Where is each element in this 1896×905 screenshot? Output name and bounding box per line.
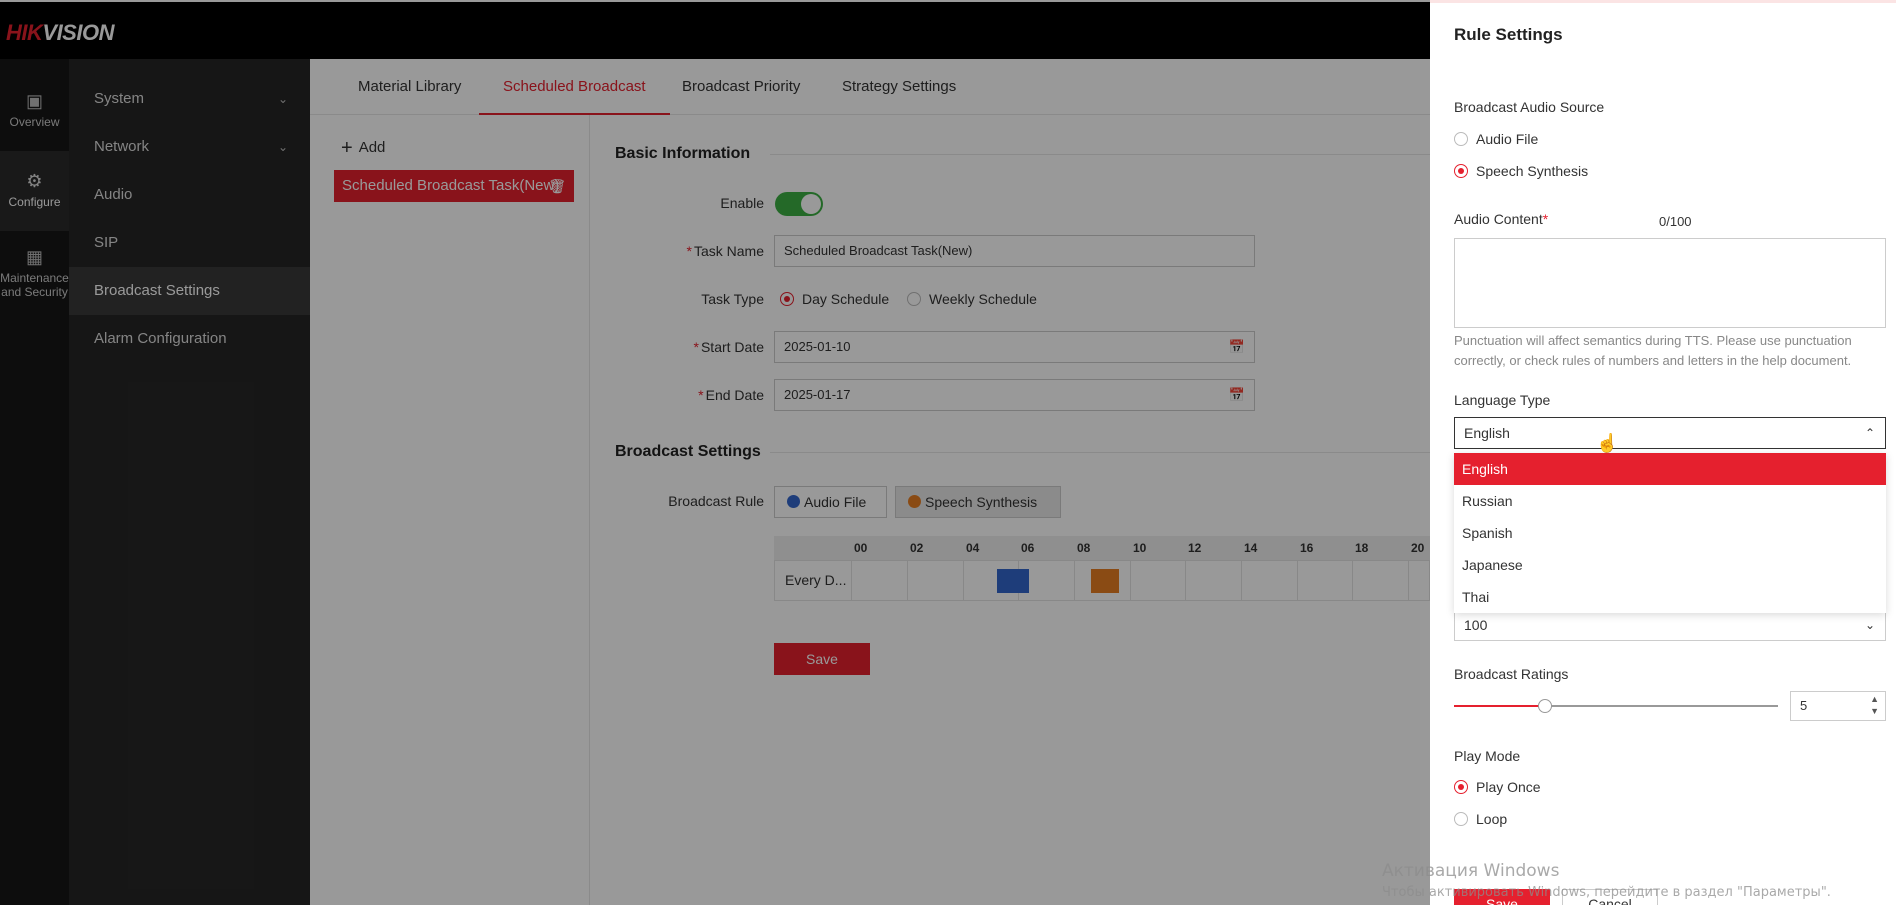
language-option-japanese[interactable]: Japanese [1454, 549, 1886, 581]
radio-checked-icon [1454, 780, 1468, 794]
character-counter: 0/100 [1659, 214, 1692, 229]
ratings-number-input[interactable]: 5 ▲ ▼ [1790, 691, 1886, 721]
source-audio-file-radio[interactable]: Audio File [1454, 131, 1538, 147]
mouse-pointer-icon: ☝ [1596, 433, 1619, 453]
radio-checked-icon [1454, 164, 1468, 178]
play-mode-label: Play Mode [1454, 748, 1521, 764]
radio-unchecked-icon [1454, 812, 1468, 826]
slider-thumb[interactable] [1537, 699, 1552, 713]
language-option-spanish[interactable]: Spanish [1454, 517, 1886, 549]
language-dropdown: English Russian Spanish Japanese Thai [1454, 453, 1886, 613]
volume-select[interactable]: 100 ⌄ [1454, 609, 1886, 641]
chevron-down-icon: ⌄ [1864, 618, 1875, 632]
language-option-thai[interactable]: Thai [1454, 581, 1886, 613]
tts-hint: Punctuation will affect semantics during… [1454, 333, 1852, 368]
source-speech-synthesis-radio[interactable]: Speech Synthesis [1454, 163, 1588, 179]
audio-content-label: Audio Content* [1454, 211, 1549, 227]
modal-overlay[interactable] [0, 0, 1430, 905]
loop-radio[interactable]: Loop [1454, 811, 1507, 827]
chevron-up-icon: ⌃ [1864, 426, 1875, 440]
language-type-label: Language Type [1454, 392, 1551, 408]
language-option-russian[interactable]: Russian [1454, 485, 1886, 517]
ratings-slider[interactable] [1454, 699, 1778, 713]
language-select[interactable]: English ⌃ [1454, 417, 1886, 449]
windows-activation-watermark: Активация Windows Чтобы активировать Win… [1382, 861, 1831, 900]
audio-content-textarea[interactable] [1454, 238, 1886, 328]
language-option-english[interactable]: English [1454, 453, 1886, 485]
radio-unchecked-icon [1454, 132, 1468, 146]
drawer-title: Rule Settings [1454, 25, 1563, 44]
spinner-icon[interactable]: ▲ ▼ [1870, 693, 1879, 717]
broadcast-ratings-label: Broadcast Ratings [1454, 666, 1569, 682]
play-once-radio[interactable]: Play Once [1454, 779, 1541, 795]
audio-source-label: Broadcast Audio Source [1454, 99, 1605, 115]
rule-settings-drawer: Rule Settings Broadcast Audio Source Aud… [1430, 0, 1896, 905]
